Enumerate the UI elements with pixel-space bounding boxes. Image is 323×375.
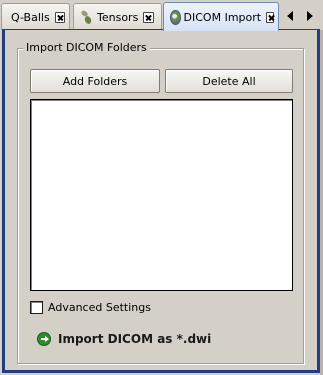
go-arrow-icon: [37, 332, 51, 346]
tab-strip: Q-Balls Tensors DICOM Import: [0, 0, 323, 31]
delete-all-button[interactable]: Delete All: [165, 69, 293, 93]
add-folders-button[interactable]: Add Folders: [30, 69, 160, 93]
tab-scroll-arrows: [285, 10, 321, 22]
folder-list[interactable]: [30, 99, 293, 291]
import-dicom-label: Import DICOM as *.dwi: [58, 332, 212, 346]
close-icon[interactable]: [143, 11, 155, 23]
advanced-settings-checkbox[interactable]: [30, 300, 43, 314]
tab-q-balls[interactable]: Q-Balls: [1, 3, 70, 30]
close-icon[interactable]: [54, 11, 65, 23]
advanced-settings-label: Advanced Settings: [48, 300, 151, 314]
advanced-settings-row[interactable]: Advanced Settings: [30, 299, 151, 315]
close-icon[interactable]: [266, 11, 274, 23]
import-dicom-link[interactable]: Import DICOM as *.dwi: [37, 330, 211, 348]
tab-q-balls-label: Q-Balls: [11, 10, 50, 24]
arrow-left-icon[interactable]: [287, 11, 293, 21]
tab-dicom-import-label: DICOM Import: [183, 10, 262, 24]
dicom-icon: [170, 9, 181, 25]
group-title: Import DICOM Folders: [23, 40, 150, 55]
tab-dicom-import[interactable]: DICOM Import: [163, 2, 279, 31]
arrow-right-icon[interactable]: [307, 11, 313, 21]
tab-tensors-label: Tensors: [97, 10, 139, 24]
tensors-icon: [80, 9, 94, 25]
tab-tensors[interactable]: Tensors: [73, 3, 162, 30]
